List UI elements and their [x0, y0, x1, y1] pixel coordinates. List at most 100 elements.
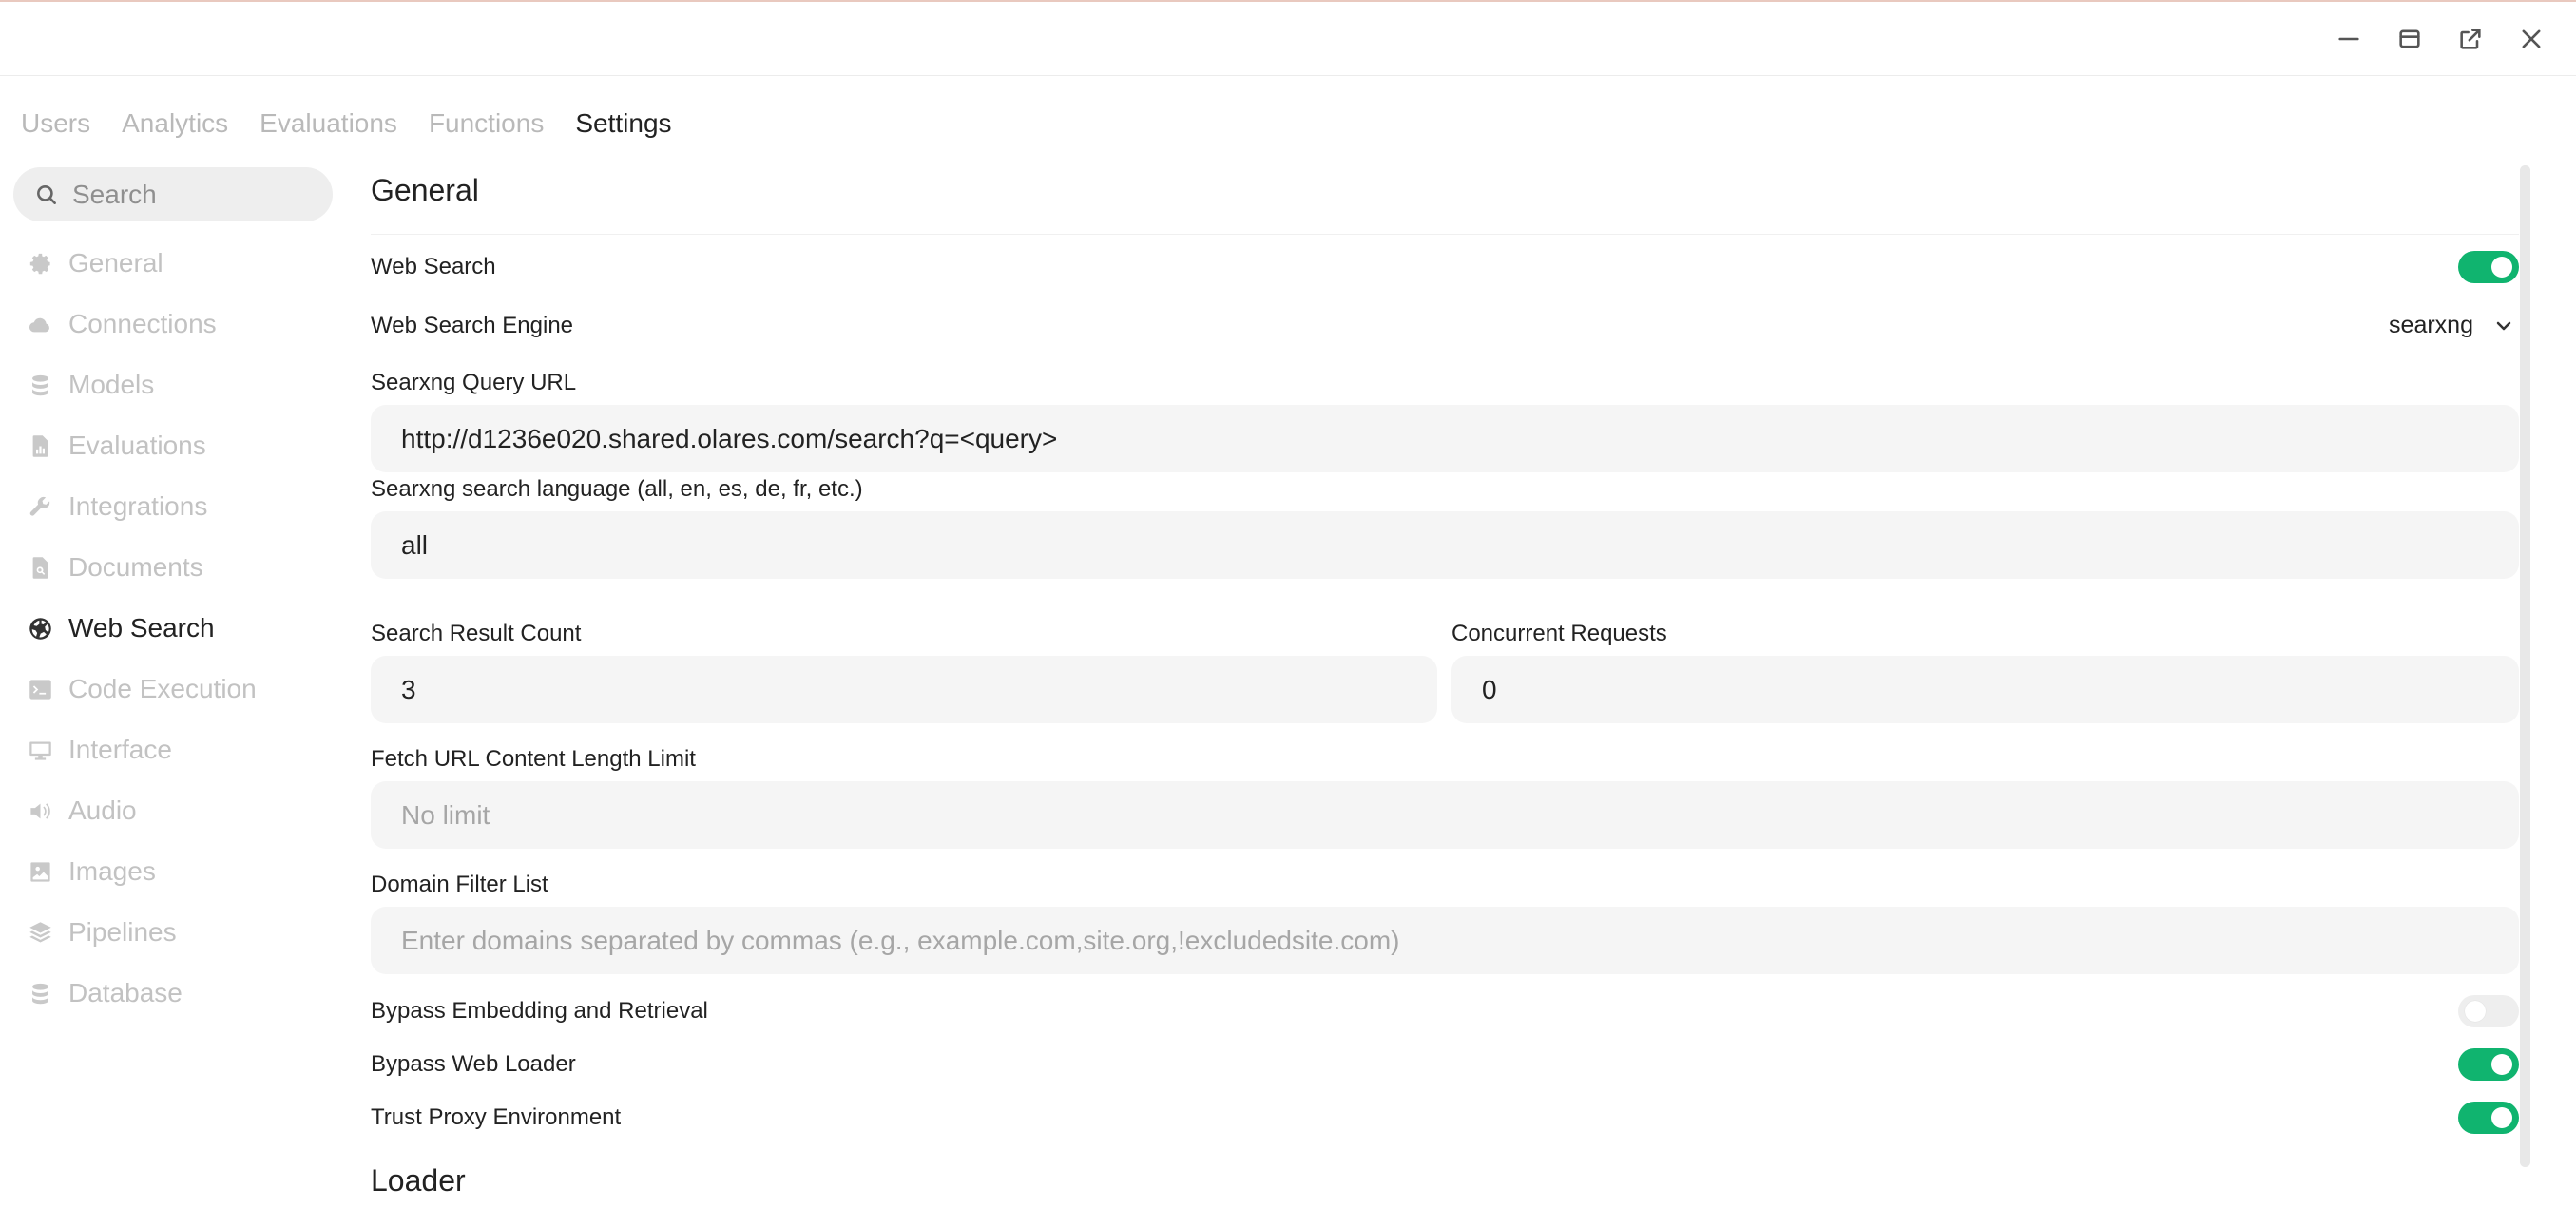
- web-search-engine-value: searxng: [2389, 312, 2473, 338]
- search-input[interactable]: [72, 179, 300, 210]
- monitor-icon: [27, 737, 53, 763]
- fetch-limit-label: Fetch URL Content Length Limit: [371, 746, 696, 772]
- chevron-down-icon: [2496, 321, 2511, 330]
- sidebar-item-documents[interactable]: Documents: [13, 537, 333, 598]
- scrollbar-thumb[interactable]: [2520, 165, 2530, 1167]
- minimize-icon: [2338, 37, 2359, 41]
- wrench-icon: [27, 493, 53, 520]
- section-title-general: General: [371, 173, 479, 207]
- query-url-field[interactable]: [401, 423, 2519, 454]
- sidebar-search: [13, 167, 333, 221]
- sidebar-item-interface[interactable]: Interface: [13, 719, 333, 780]
- admin-tabs: Users Analytics Evaluations Functions Se…: [21, 108, 672, 139]
- domain-filter-field[interactable]: [401, 925, 2519, 956]
- web-search-engine-select[interactable]: searxng: [2389, 312, 2515, 339]
- sidebar-nav: General Connections Models Evaluations I…: [13, 233, 333, 1024]
- domain-filter-field-wrap: [371, 907, 2519, 974]
- cloud-icon: [27, 311, 53, 337]
- search-language-field[interactable]: [401, 529, 2519, 561]
- section-divider: [371, 234, 2519, 235]
- web-search-label: Web Search: [371, 254, 496, 279]
- popout-icon: [2460, 29, 2481, 49]
- sidebar-item-audio[interactable]: Audio: [13, 780, 333, 841]
- sidebar-item-label: Integrations: [68, 491, 208, 521]
- search-language-field-wrap: [371, 511, 2519, 579]
- gear-icon: [27, 250, 53, 277]
- speaker-icon: [27, 797, 53, 824]
- search-icon: [37, 184, 56, 204]
- result-count-field[interactable]: [401, 674, 1437, 705]
- sidebar-item-web-search[interactable]: Web Search: [13, 598, 333, 659]
- concurrent-requests-label: Concurrent Requests: [1451, 621, 1667, 646]
- sidebar-item-label: Connections: [68, 309, 217, 338]
- sidebar-item-connections[interactable]: Connections: [13, 294, 333, 355]
- sidebar-item-pipelines[interactable]: Pipelines: [13, 902, 333, 963]
- sidebar-item-label: Documents: [68, 552, 203, 582]
- maximize-button[interactable]: [2388, 21, 2432, 57]
- tab-functions[interactable]: Functions: [429, 108, 544, 139]
- result-count-label: Search Result Count: [371, 621, 582, 646]
- sidebar-item-general[interactable]: General: [13, 233, 333, 294]
- section-title-loader: Loader: [371, 1163, 466, 1198]
- bypass-web-loader-label: Bypass Web Loader: [371, 1051, 576, 1077]
- database-icon: [27, 980, 53, 1007]
- toggle-knob: [2491, 1054, 2512, 1075]
- bypass-embedding-label: Bypass Embedding and Retrieval: [371, 998, 708, 1024]
- tab-users[interactable]: Users: [21, 108, 90, 139]
- window-controls: [2327, 21, 2553, 57]
- concurrent-requests-field[interactable]: [1482, 674, 2519, 705]
- sidebar-item-integrations[interactable]: Integrations: [13, 476, 333, 537]
- sidebar-item-label: Pipelines: [68, 917, 177, 947]
- document-chart-icon: [27, 432, 53, 459]
- document-search-icon: [27, 554, 53, 581]
- sidebar-item-images[interactable]: Images: [13, 841, 333, 902]
- maximize-icon: [2399, 29, 2420, 48]
- settings-sidebar: General Connections Models Evaluations I…: [13, 167, 333, 1024]
- sidebar-item-label: General: [68, 248, 163, 278]
- fetch-limit-field-wrap: [371, 781, 2519, 849]
- web-search-toggle[interactable]: [2458, 251, 2519, 283]
- query-url-field-wrap: [371, 405, 2519, 472]
- sidebar-item-label: Database: [68, 978, 183, 1007]
- popout-button[interactable]: [2449, 21, 2492, 57]
- trust-proxy-label: Trust Proxy Environment: [371, 1104, 622, 1130]
- fetch-limit-field[interactable]: [401, 799, 2519, 831]
- sidebar-item-database[interactable]: Database: [13, 963, 333, 1024]
- tab-settings[interactable]: Settings: [575, 108, 671, 139]
- sidebar-item-code-execution[interactable]: Code Execution: [13, 659, 333, 719]
- web-search-settings: General Web Search Web Search Engine sea…: [371, 167, 2521, 1208]
- trust-proxy-toggle[interactable]: [2458, 1102, 2519, 1134]
- query-url-label: Searxng Query URL: [371, 370, 577, 395]
- sidebar-item-label: Web Search: [68, 613, 215, 642]
- minimize-button[interactable]: [2327, 21, 2371, 57]
- image-icon: [27, 858, 53, 885]
- toggle-knob: [2491, 257, 2512, 278]
- sidebar-item-label: Evaluations: [68, 431, 206, 460]
- toggle-knob: [2465, 1001, 2486, 1022]
- sidebar-item-label: Code Execution: [68, 674, 257, 703]
- toggle-knob: [2491, 1107, 2512, 1128]
- sidebar-item-label: Interface: [68, 735, 172, 764]
- title-bar: [0, 2, 2576, 76]
- terminal-icon: [27, 676, 53, 702]
- database-icon: [27, 372, 53, 398]
- bypass-embedding-toggle[interactable]: [2458, 995, 2519, 1027]
- concurrent-requests-field-wrap: [1451, 656, 2519, 723]
- globe-icon: [27, 615, 53, 642]
- web-search-engine-label: Web Search Engine: [371, 313, 574, 338]
- close-button[interactable]: [2509, 21, 2553, 57]
- tab-analytics[interactable]: Analytics: [122, 108, 228, 139]
- result-count-field-wrap: [371, 656, 1437, 723]
- search-language-label: Searxng search language (all, en, es, de…: [371, 476, 863, 502]
- sidebar-item-models[interactable]: Models: [13, 355, 333, 415]
- sidebar-item-evaluations[interactable]: Evaluations: [13, 415, 333, 476]
- sidebar-item-label: Models: [68, 370, 155, 399]
- tab-evaluations[interactable]: Evaluations: [260, 108, 397, 139]
- bypass-web-loader-toggle[interactable]: [2458, 1048, 2519, 1081]
- content-scrollbar[interactable]: [2520, 165, 2530, 1167]
- sidebar-item-label: Audio: [68, 796, 137, 825]
- domain-filter-label: Domain Filter List: [371, 872, 548, 897]
- layers-icon: [27, 919, 53, 946]
- sidebar-item-label: Images: [68, 856, 156, 886]
- close-icon: [2522, 29, 2541, 48]
